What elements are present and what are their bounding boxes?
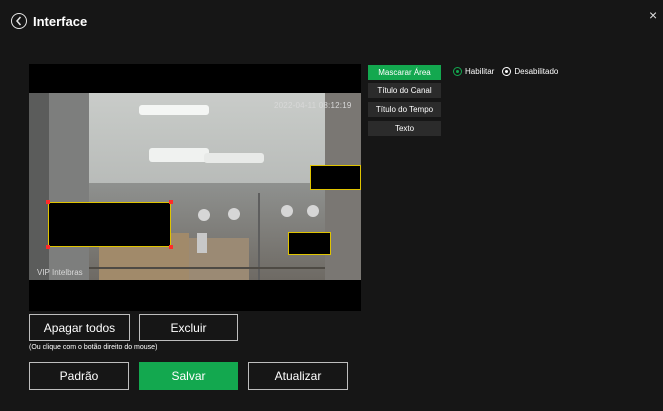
page-title: Interface (33, 14, 88, 29)
refresh-button[interactable]: Atualizar (248, 362, 348, 390)
default-button[interactable]: Padrão (29, 362, 129, 390)
privacy-mask-area[interactable] (48, 202, 171, 247)
radio-desabilitado[interactable] (502, 67, 512, 76)
interface-settings-panel: Interface × 2022-04-11 08:12:19 VIP Inte… (0, 0, 663, 411)
hint-text: (Ou clique com o botão direito do mouse) (29, 344, 158, 351)
radio-habilitar[interactable] (453, 67, 462, 76)
tab-titulo-do-canal[interactable]: Título do Canal (368, 83, 441, 98)
privacy-mask-area[interactable] (310, 165, 361, 190)
clear-all-button[interactable]: Apagar todos (29, 314, 130, 341)
radio-desabilitado-label: Desabilitado (514, 67, 559, 76)
mask-resize-handle[interactable] (169, 200, 173, 204)
mask-resize-handle[interactable] (46, 200, 50, 204)
tab-titulo-do-tempo[interactable]: Título do Tempo (368, 102, 441, 117)
privacy-mask-area[interactable] (288, 232, 331, 255)
tab-mascarar-area[interactable]: Mascarar Área (368, 65, 441, 80)
tab-texto[interactable]: Texto (368, 121, 441, 136)
mask-enable-toggle: Habilitar Desabilitado (453, 67, 558, 76)
video-preview[interactable]: 2022-04-11 08:12:19 VIP Intelbras (29, 64, 361, 311)
osd-channel-title: VIP Intelbras (37, 268, 83, 277)
mask-resize-handle[interactable] (46, 245, 50, 249)
back-icon[interactable] (11, 13, 27, 29)
mask-resize-handle[interactable] (169, 245, 173, 249)
delete-button[interactable]: Excluir (139, 314, 238, 341)
save-button[interactable]: Salvar (139, 362, 238, 390)
osd-timestamp: 2022-04-11 08:12:19 (274, 101, 352, 110)
radio-habilitar-label: Habilitar (465, 67, 495, 76)
close-icon[interactable]: × (649, 8, 657, 22)
